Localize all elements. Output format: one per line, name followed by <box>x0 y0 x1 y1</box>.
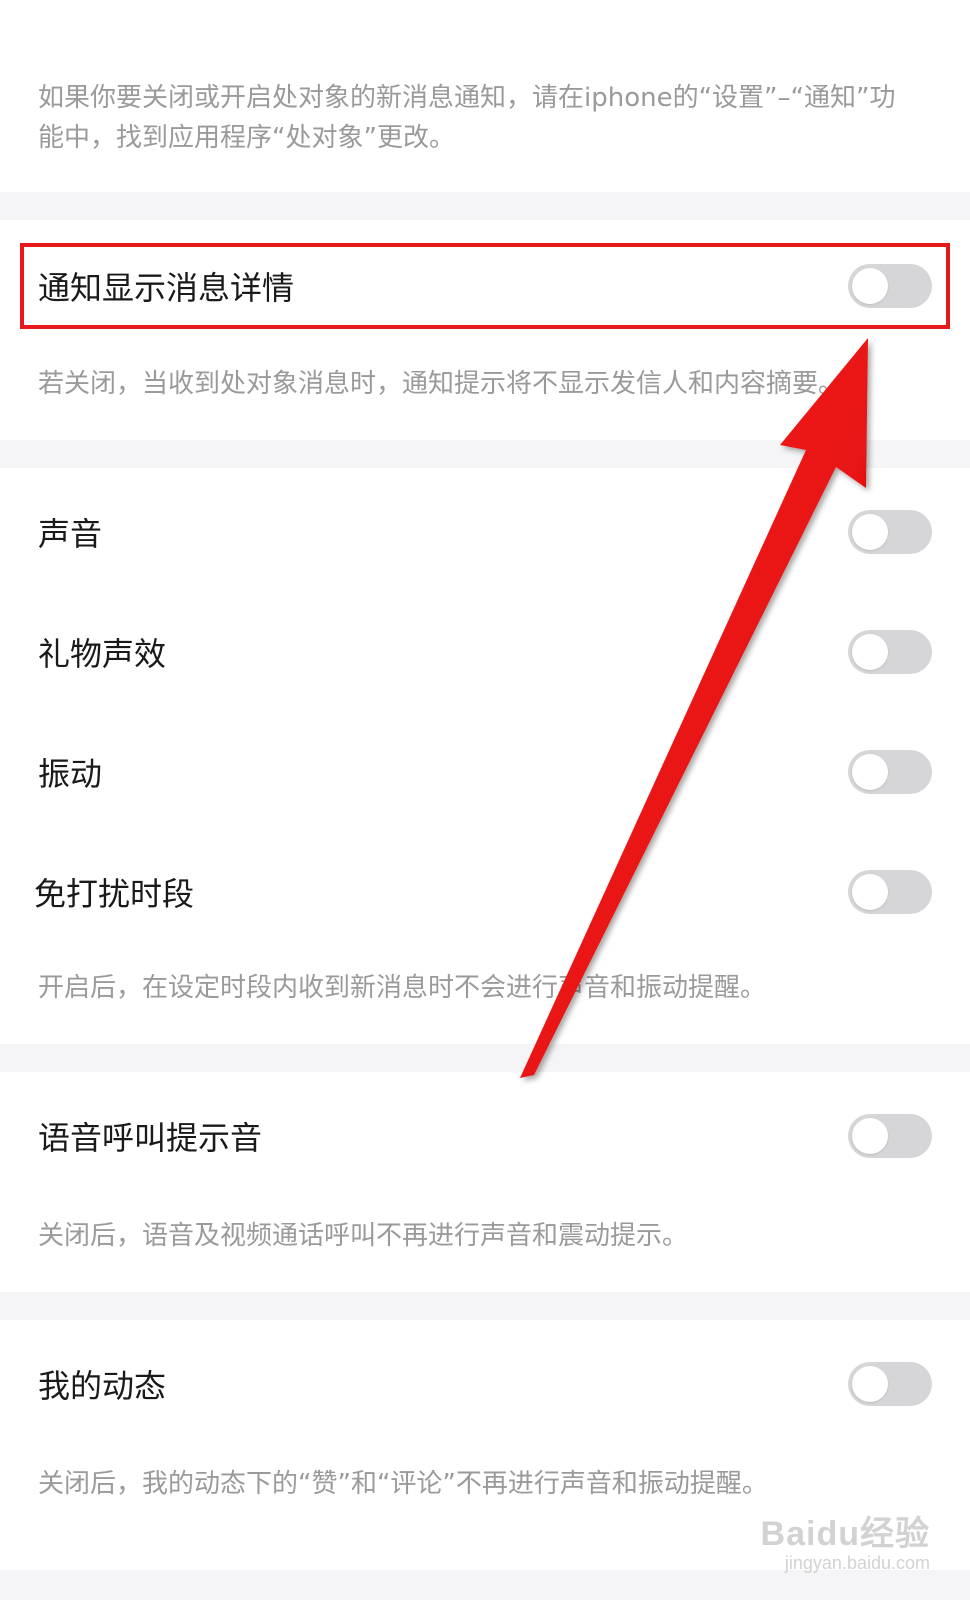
toggle-knob <box>852 754 888 790</box>
watermark-url: jingyan.baidu.com <box>784 1553 930 1573</box>
voice-call-label: 语音呼叫提示音 <box>38 1119 263 1157</box>
my-moments-desc: 关闭后，我的动态下的“赞”和“评论”不再进行声音和振动提醒。 <box>38 1469 768 1499</box>
settings-page: 如果你要关闭或开启处对象的新消息通知，请在iphone的“设置”–“通知”功能中… <box>0 0 970 1600</box>
toggle-knob <box>852 1118 888 1154</box>
notify-details-row[interactable]: 通知显示消息详情 <box>0 226 970 346</box>
dnd-row[interactable]: 免打扰时段 <box>0 832 970 952</box>
voice-call-section: 语音呼叫提示音 关闭后，语音及视频通话呼叫不再进行声音和震动提示。 <box>0 1072 970 1292</box>
toggle-knob <box>852 634 888 670</box>
vibration-toggle[interactable] <box>848 750 932 794</box>
voice-call-row[interactable]: 语音呼叫提示音 <box>0 1076 970 1196</box>
intro-text: 如果你要关闭或开启处对象的新消息通知，请在iphone的“设置”–“通知”功能中… <box>38 83 896 153</box>
my-moments-toggle[interactable] <box>848 1362 932 1406</box>
vibration-row[interactable]: 振动 <box>0 712 970 832</box>
toggle-knob <box>852 874 888 910</box>
sound-row[interactable]: 声音 <box>0 472 970 592</box>
watermark: Baidu经验 jingyan.baidu.com <box>761 1506 930 1574</box>
sound-toggle[interactable] <box>848 510 932 554</box>
my-moments-row[interactable]: 我的动态 <box>0 1324 970 1444</box>
notify-details-desc: 若关闭，当收到处对象消息时，通知提示将不显示发信人和内容摘要。 <box>38 369 845 399</box>
notify-details-section: 通知显示消息详情 若关闭，当收到处对象消息时，通知提示将不显示发信人和内容摘要。 <box>0 220 970 440</box>
vibration-label: 振动 <box>38 755 103 793</box>
sound-label: 声音 <box>38 515 103 553</box>
toggle-knob <box>852 514 888 550</box>
gift-sound-toggle[interactable] <box>848 630 932 674</box>
my-moments-label: 我的动态 <box>38 1367 167 1405</box>
dnd-desc: 开启后，在设定时段内收到新消息时不会进行声音和振动提醒。 <box>38 973 767 1003</box>
toggle-knob <box>852 268 888 304</box>
voice-call-desc: 关闭后，语音及视频通话呼叫不再进行声音和震动提示。 <box>38 1221 689 1251</box>
notify-details-label: 通知显示消息详情 <box>38 269 295 307</box>
toggle-knob <box>852 1366 888 1402</box>
dnd-label: 免打扰时段 <box>34 875 195 913</box>
watermark-brand: Baidu经验 <box>760 1515 930 1553</box>
notify-details-toggle[interactable] <box>848 264 932 308</box>
gift-sound-row[interactable]: 礼物声效 <box>0 592 970 712</box>
intro-section: 如果你要关闭或开启处对象的新消息通知，请在iphone的“设置”–“通知”功能中… <box>0 0 970 192</box>
gift-sound-label: 礼物声效 <box>38 635 167 673</box>
sound-section: 声音 礼物声效 振动 免打扰时段 开启后，在设定时段内收到新消息时不会进行声音和… <box>0 468 970 1044</box>
voice-call-toggle[interactable] <box>848 1114 932 1158</box>
dnd-toggle[interactable] <box>848 870 932 914</box>
